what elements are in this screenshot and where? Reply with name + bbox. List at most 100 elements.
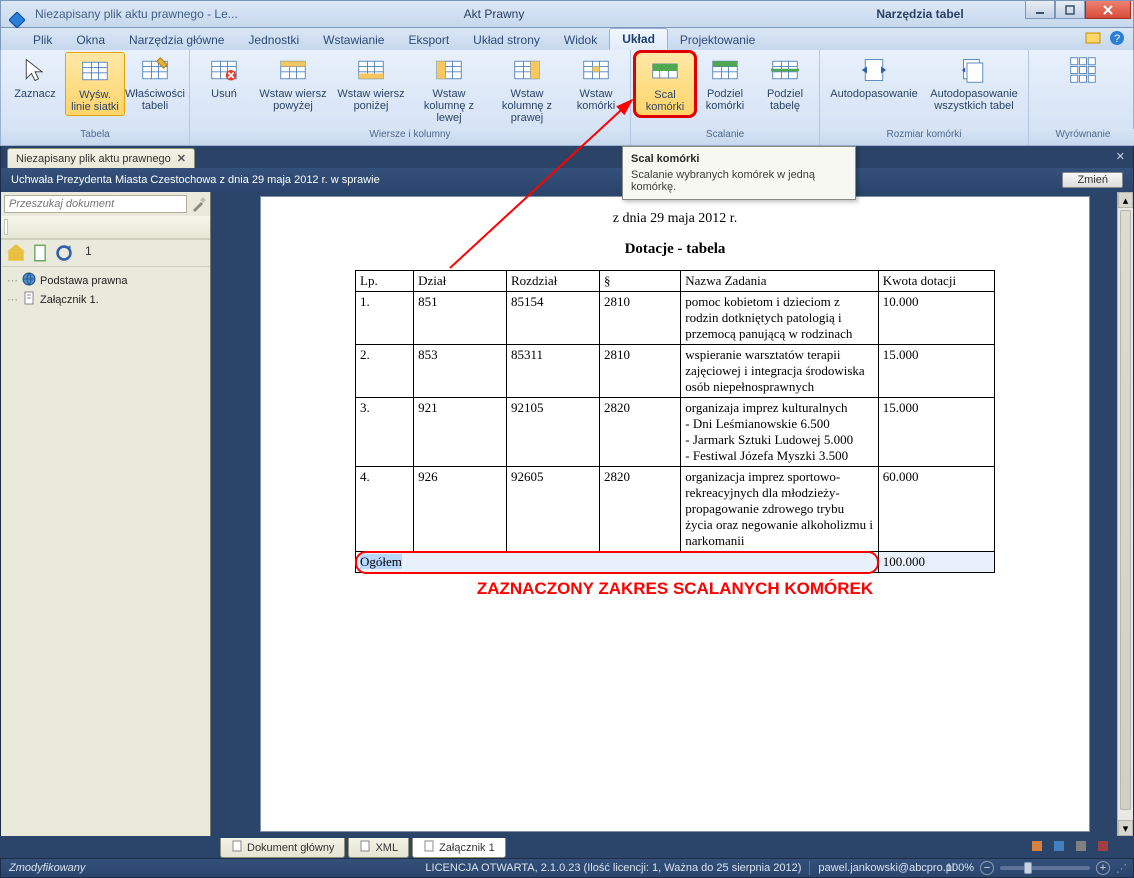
- bottom-icon-1[interactable]: [1030, 839, 1044, 853]
- wstaw-kolumne-z-prawej-button[interactable]: Wstaw kolumnę z prawej: [488, 52, 566, 126]
- tree-node[interactable]: ⋯Załącznik 1.: [7, 290, 204, 309]
- ribbon-group-label: Scalanie: [631, 129, 819, 145]
- wlasciwosci-tabeli-button[interactable]: Właściwości tabeli: [125, 52, 185, 114]
- table-header-cell: Lp.: [356, 271, 414, 292]
- table-delete-icon: [208, 54, 240, 86]
- svg-text:?: ?: [1114, 33, 1120, 45]
- tooltip-body: Scalanie wybranych komórek w jedną komór…: [631, 169, 847, 193]
- ribbon-btn-label: Wstaw kolumnę z lewej: [414, 88, 484, 124]
- document-tab[interactable]: Niezapisany plik aktu prawnego ✕: [7, 148, 195, 168]
- document-tabs: Niezapisany plik aktu prawnego ✕ ✕: [0, 146, 1134, 168]
- menu-tabs: PlikOknaNarzędzia główneJednostkiWstawia…: [0, 28, 1134, 50]
- tooltip: Scal komórki Scalanie wybranych komórek …: [622, 146, 856, 200]
- ribbon-btn-label: Usuń: [211, 88, 237, 100]
- bottom-tab-załącznik-1[interactable]: Załącznik 1: [412, 838, 506, 858]
- nav-refresh-icon[interactable]: [55, 244, 73, 262]
- scal-komorki-button[interactable]: Scal komórki: [635, 52, 695, 116]
- table-total-row[interactable]: Ogółem100.000: [356, 552, 995, 573]
- minimize-button[interactable]: [1025, 1, 1055, 19]
- search-input[interactable]: [4, 195, 187, 213]
- close-all-tabs-icon[interactable]: ✕: [1116, 150, 1125, 163]
- status-zoom: 100%: [946, 862, 974, 874]
- menu-tab-układ[interactable]: Układ: [609, 28, 668, 50]
- resize-grip-icon[interactable]: ⋰: [1116, 862, 1127, 875]
- ribbon: Zaznacz Wyśw. linie siatkiWłaściwości tab…: [0, 50, 1134, 146]
- zaznacz-button[interactable]: Zaznacz: [5, 52, 65, 102]
- ribbon-group-label: Tabela: [1, 129, 189, 145]
- nav-doc-icon[interactable]: [31, 244, 49, 262]
- ribbon-btn-label: Zaznacz: [14, 88, 56, 100]
- autodopasowanie-wszystkich-tabel-button[interactable]: Autodopasowanie wszystkich tabel: [924, 52, 1024, 114]
- change-button[interactable]: Zmień: [1062, 172, 1123, 188]
- annotation-text: ZAZNACZONY ZAKRES SCALANYCH KOMÓREK: [289, 579, 1061, 599]
- document-header-bar: Uchwała Prezydenta Miasta Czestochowa z …: [0, 168, 1134, 192]
- zoom-out-icon[interactable]: −: [980, 861, 994, 875]
- app-small-icon[interactable]: [1085, 30, 1101, 46]
- podziel-komorki-button[interactable]: Podziel komórki: [695, 52, 755, 114]
- bottom-tab-dokument-główny[interactable]: Dokument główny: [220, 838, 345, 858]
- scroll-down-icon[interactable]: ▾: [1118, 820, 1133, 836]
- menu-tab-narzędzia-główne[interactable]: Narzędzia główne: [117, 30, 236, 50]
- bottom-tab-label: XML: [375, 842, 398, 854]
- table-row[interactable]: 4.926926052820organizacja imprez sportow…: [356, 467, 995, 552]
- zoom-slider[interactable]: [1000, 866, 1090, 870]
- vertical-scrollbar[interactable]: ▴ ▾: [1117, 192, 1133, 836]
- scroll-up-icon[interactable]: ▴: [1118, 192, 1133, 208]
- table-header-cell: §: [599, 271, 680, 292]
- usun-button[interactable]: Usuń: [194, 52, 254, 102]
- autofit-all-icon: [958, 54, 990, 86]
- menu-tab-projektowanie[interactable]: Projektowanie: [668, 30, 767, 50]
- window-title-center: Akt Prawny: [281, 7, 707, 21]
- status-license: LICENCJA OTWARTA, 2.1.0.23 (Ilość licenc…: [425, 862, 801, 874]
- menu-tab-plik[interactable]: Plik: [21, 30, 64, 50]
- autofit-icon: [858, 54, 890, 86]
- menu-tab-widok[interactable]: Widok: [552, 30, 609, 50]
- autodopasowanie-button[interactable]: Autodopasowanie: [824, 52, 924, 102]
- close-tab-icon[interactable]: ✕: [177, 152, 186, 165]
- table-header-row: Lp.DziałRozdział§Nazwa ZadaniaKwota dota…: [356, 271, 995, 292]
- bottom-tabs: Dokument główny XML Załącznik 1: [0, 836, 1134, 858]
- wstaw-komorki-button[interactable]: Wstaw komórki: [566, 52, 626, 114]
- menu-tab-okna[interactable]: Okna: [64, 30, 117, 50]
- wstaw-wiersz-ponizej-button[interactable]: Wstaw wiersz poniżej: [332, 52, 410, 114]
- wstaw-wiersz-powyzej-button[interactable]: Wstaw wiersz powyżej: [254, 52, 332, 114]
- tree-node[interactable]: ⋯Podstawa prawna: [7, 271, 204, 290]
- row-below-icon: [355, 54, 387, 86]
- globe-icon: [22, 272, 36, 289]
- view-outline-icon[interactable]: [4, 219, 8, 235]
- table-row[interactable]: 1.851851542810pomoc kobietom i dzieciom …: [356, 292, 995, 345]
- menu-tab-wstawianie[interactable]: Wstawianie: [311, 30, 396, 50]
- window-title-left: Niezapisany plik aktu prawnego - Le...: [1, 7, 281, 21]
- close-button[interactable]: [1085, 1, 1131, 19]
- wyrownanie-button[interactable]: [1033, 52, 1133, 90]
- table-row[interactable]: 3.921921052820organizaja imprez kultural…: [356, 398, 995, 467]
- bottom-icon-4[interactable]: [1096, 839, 1110, 853]
- bottom-icon-3[interactable]: [1074, 839, 1088, 853]
- zoom-in-icon[interactable]: +: [1096, 861, 1110, 875]
- menu-tab-układ-strony[interactable]: Układ strony: [461, 30, 552, 50]
- table-header-cell: Dział: [414, 271, 507, 292]
- table-header-cell: Rozdział: [507, 271, 600, 292]
- menu-tab-eksport[interactable]: Eksport: [396, 30, 461, 50]
- ribbon-btn-label: Wyśw. linie siatki: [70, 89, 120, 113]
- scroll-thumb[interactable]: [1120, 210, 1131, 810]
- nav-home-icon[interactable]: [7, 244, 25, 262]
- help-icon[interactable]: ?: [1109, 30, 1125, 46]
- table-row[interactable]: 2.853853112810wspieranie warsztatów tera…: [356, 345, 995, 398]
- bottom-icon-2[interactable]: [1052, 839, 1066, 853]
- podziel-tabele-button[interactable]: Podziel tabelę: [755, 52, 815, 114]
- clear-search-icon[interactable]: [191, 196, 207, 212]
- doc-icon: [359, 840, 371, 855]
- data-table[interactable]: Lp.DziałRozdział§Nazwa ZadaniaKwota dota…: [355, 270, 995, 573]
- menu-tab-jednostki[interactable]: Jednostki: [236, 30, 311, 50]
- tree-node-label: Podstawa prawna: [40, 275, 127, 287]
- align-grid-icon: [1067, 54, 1099, 86]
- wysw-linie-siatki-button[interactable]: Wyśw. linie siatki: [65, 52, 125, 116]
- split-table-icon: [769, 54, 801, 86]
- maximize-button[interactable]: [1055, 1, 1085, 19]
- document-page: z dnia 29 maja 2012 r. Dotacje - tabela …: [260, 196, 1090, 832]
- wstaw-kolumne-z-lewej-button[interactable]: Wstaw kolumnę z lewej: [410, 52, 488, 126]
- ribbon-btn-label: Wstaw wiersz poniżej: [336, 88, 406, 112]
- bottom-tab-xml[interactable]: XML: [348, 838, 409, 858]
- bottom-tab-label: Załącznik 1: [439, 842, 495, 854]
